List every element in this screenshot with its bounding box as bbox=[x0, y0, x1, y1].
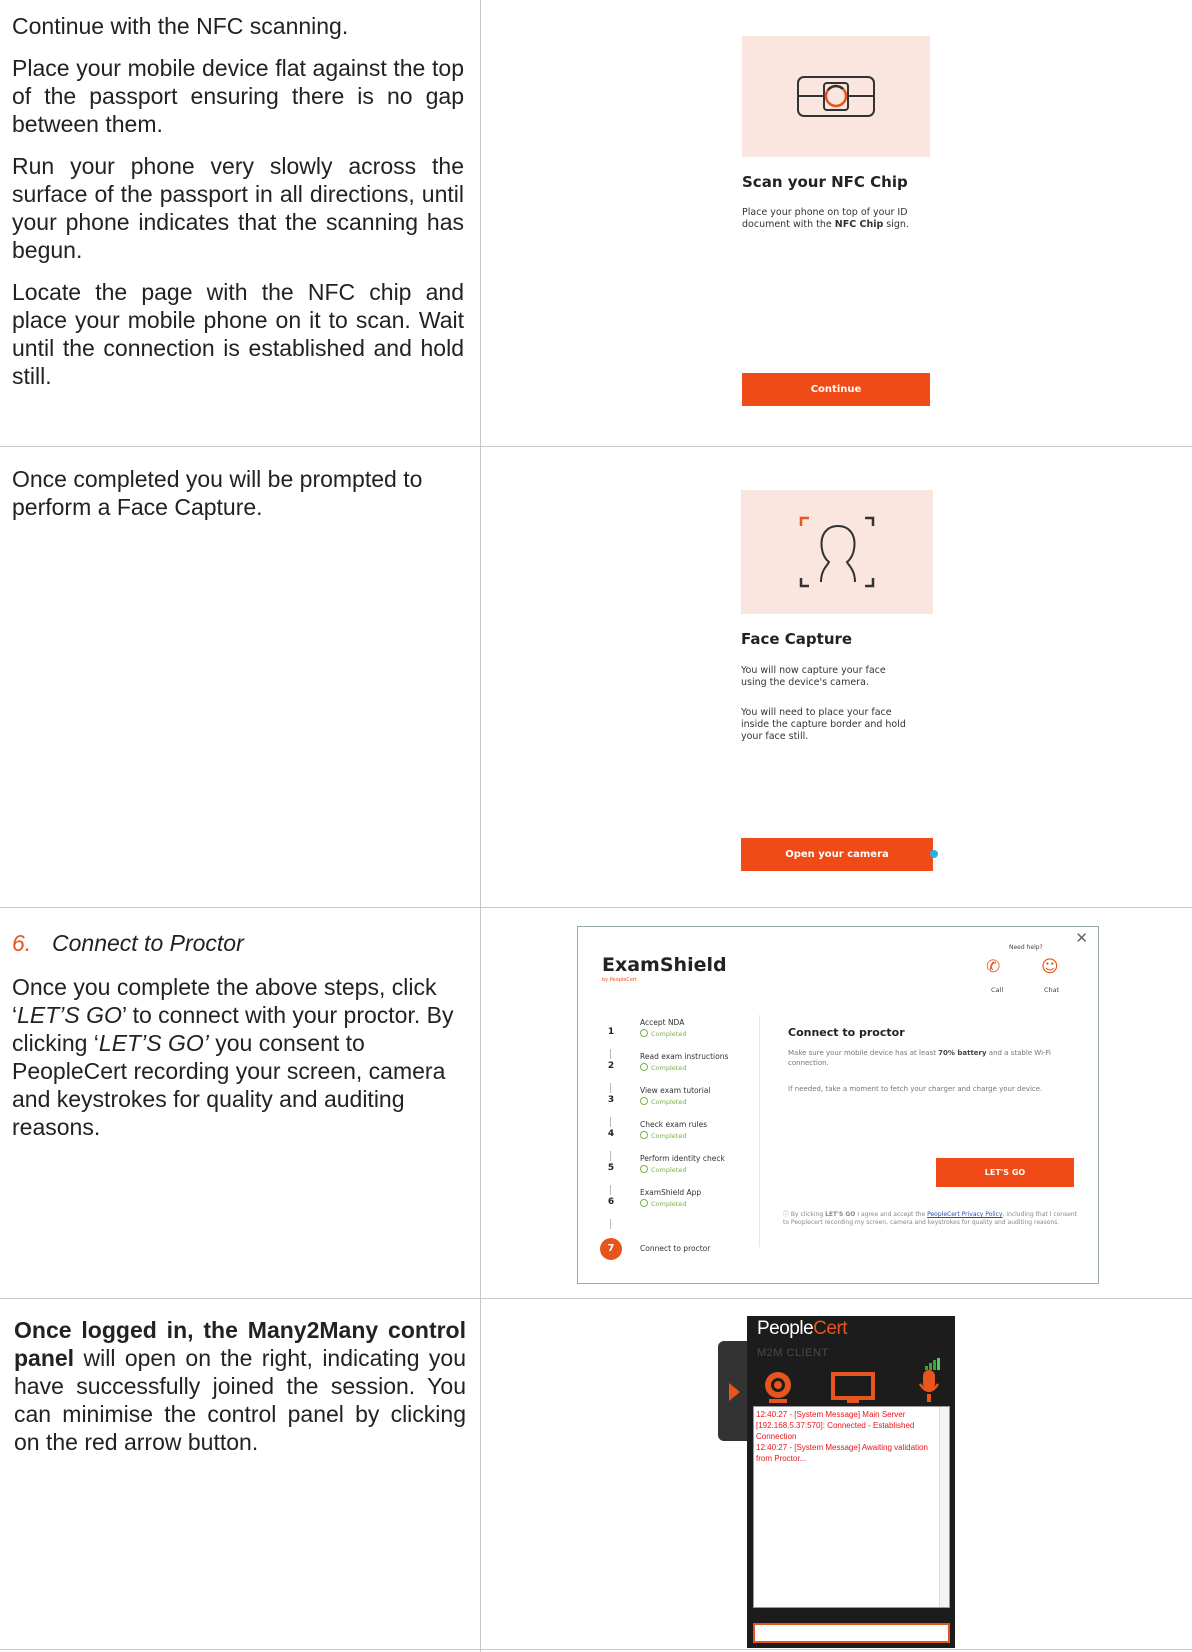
open-camera-button[interactable]: Open your camera bbox=[741, 838, 933, 871]
row1-instructions: Continue with the NFC scanning. Place yo… bbox=[12, 12, 464, 404]
steps-sidebar: 1 Accept NDA Completed 2 Read exam instruct… bbox=[578, 1015, 760, 1247]
call-icon[interactable]: ✆ bbox=[986, 957, 1000, 977]
current-step-number: 7 bbox=[600, 1238, 622, 1260]
microphone-icon[interactable] bbox=[917, 1368, 941, 1404]
step-item: 6 ExamShield App Completed bbox=[607, 1188, 702, 1208]
chat-icon[interactable]: ☺ bbox=[1041, 957, 1059, 977]
check-icon bbox=[640, 1097, 648, 1105]
row3-instructions: 6. Connect to Proctor Once you complete t… bbox=[12, 929, 464, 1155]
chat-label: Chat bbox=[1044, 986, 1060, 994]
peoplecert-logo: PeopleCert bbox=[757, 1318, 848, 1339]
message-log[interactable]: 12:40:27 - [System Message] Main Server … bbox=[753, 1406, 950, 1608]
step-heading: 6. Connect to Proctor bbox=[12, 929, 464, 957]
step-item: 4 Check exam rules Completed bbox=[607, 1120, 708, 1140]
row1-para-4: Locate the page with the NFC chip and pl… bbox=[12, 279, 464, 389]
examshield-title: ExamShield bbox=[602, 954, 727, 976]
connect-heading: Connect to proctor bbox=[788, 1026, 905, 1039]
nfc-card-title: Scan your NFC Chip bbox=[742, 173, 908, 191]
row4-para: Once logged in, the Many2Many control pa… bbox=[14, 1317, 466, 1455]
privacy-policy-link[interactable]: PeopleCert Privacy Policy bbox=[927, 1211, 1002, 1218]
step-title: Connect to Proctor bbox=[52, 930, 244, 956]
row1-para-2: Place your mobile device flat against th… bbox=[12, 55, 464, 137]
face-illustration bbox=[741, 490, 933, 614]
nfc-illustration bbox=[742, 36, 930, 157]
charger-note: If needed, take a moment to fetch your c… bbox=[788, 1085, 1043, 1093]
continue-button[interactable]: Continue bbox=[742, 373, 930, 406]
row2-para: Once completed you will be prompted to p… bbox=[12, 466, 423, 520]
examshield-window: ✕ ExamShield by PeopleCert Need help? ✆ … bbox=[577, 926, 1099, 1284]
many2many-control-panel: PeopleCert M2M CLIENT 12:40:27 - [System… bbox=[747, 1316, 955, 1648]
need-help-label: Need help? bbox=[1009, 944, 1043, 951]
red-arrow-button[interactable] bbox=[729, 1383, 740, 1401]
step-item: 5 Perform identity check Completed bbox=[607, 1154, 725, 1174]
row-divider bbox=[0, 1649, 1192, 1650]
webcam-icon[interactable] bbox=[760, 1370, 796, 1404]
row2-instructions: Once completed you will be prompted to p… bbox=[12, 465, 464, 535]
row1-para-1: Continue with the NFC scanning. bbox=[12, 13, 349, 39]
step-item: 1 Accept NDA Completed bbox=[607, 1018, 687, 1038]
check-icon bbox=[640, 1063, 648, 1071]
consent-text: ⓘ By clicking LET'S GO I agree and accep… bbox=[783, 1211, 1078, 1226]
face-card-text-2: You will need to place your face inside … bbox=[741, 707, 906, 742]
nfc-chip-icon bbox=[797, 76, 875, 117]
check-icon bbox=[640, 1165, 648, 1173]
row4-instructions: Once logged in, the Many2Many control pa… bbox=[14, 1316, 466, 1470]
close-icon[interactable]: ✕ bbox=[1075, 929, 1088, 947]
step-item: 2 Read exam instructions Completed bbox=[607, 1052, 729, 1072]
step-number: 6. bbox=[12, 930, 32, 956]
battery-note: Make sure your mobile device has at leas… bbox=[788, 1049, 1051, 1067]
check-icon bbox=[640, 1131, 648, 1139]
nfc-card-text: Place your phone on top of your ID docum… bbox=[742, 207, 909, 230]
row-divider bbox=[0, 1298, 1192, 1299]
row-divider bbox=[0, 446, 1192, 447]
call-label: Call bbox=[991, 986, 1004, 994]
row-divider bbox=[0, 907, 1192, 908]
face-card-title: Face Capture bbox=[741, 630, 853, 648]
face-capture-icon bbox=[799, 516, 875, 588]
step-item: 3 View exam tutorial Completed bbox=[607, 1086, 711, 1106]
face-card-text-1: You will now capture your face using the… bbox=[741, 665, 886, 688]
check-icon bbox=[640, 1199, 648, 1207]
table-column-divider bbox=[480, 0, 481, 1652]
screen-share-icon[interactable] bbox=[831, 1372, 875, 1404]
current-step-name: Connect to proctor bbox=[640, 1244, 711, 1253]
log-scrollbar[interactable] bbox=[939, 1407, 949, 1607]
log-messages: 12:40:27 - [System Message] Main Server … bbox=[756, 1410, 928, 1463]
row1-para-3: Run your phone very slowly across the su… bbox=[12, 153, 464, 263]
check-icon bbox=[640, 1029, 648, 1037]
row3-para: Once you complete the above steps, click… bbox=[12, 974, 454, 1140]
examshield-byline: by PeopleCert bbox=[602, 977, 637, 983]
cursor-dot bbox=[930, 850, 938, 858]
client-label: M2M CLIENT bbox=[757, 1347, 829, 1359]
lets-go-button[interactable]: LET'S GO bbox=[936, 1158, 1074, 1187]
chat-input[interactable] bbox=[753, 1623, 950, 1643]
